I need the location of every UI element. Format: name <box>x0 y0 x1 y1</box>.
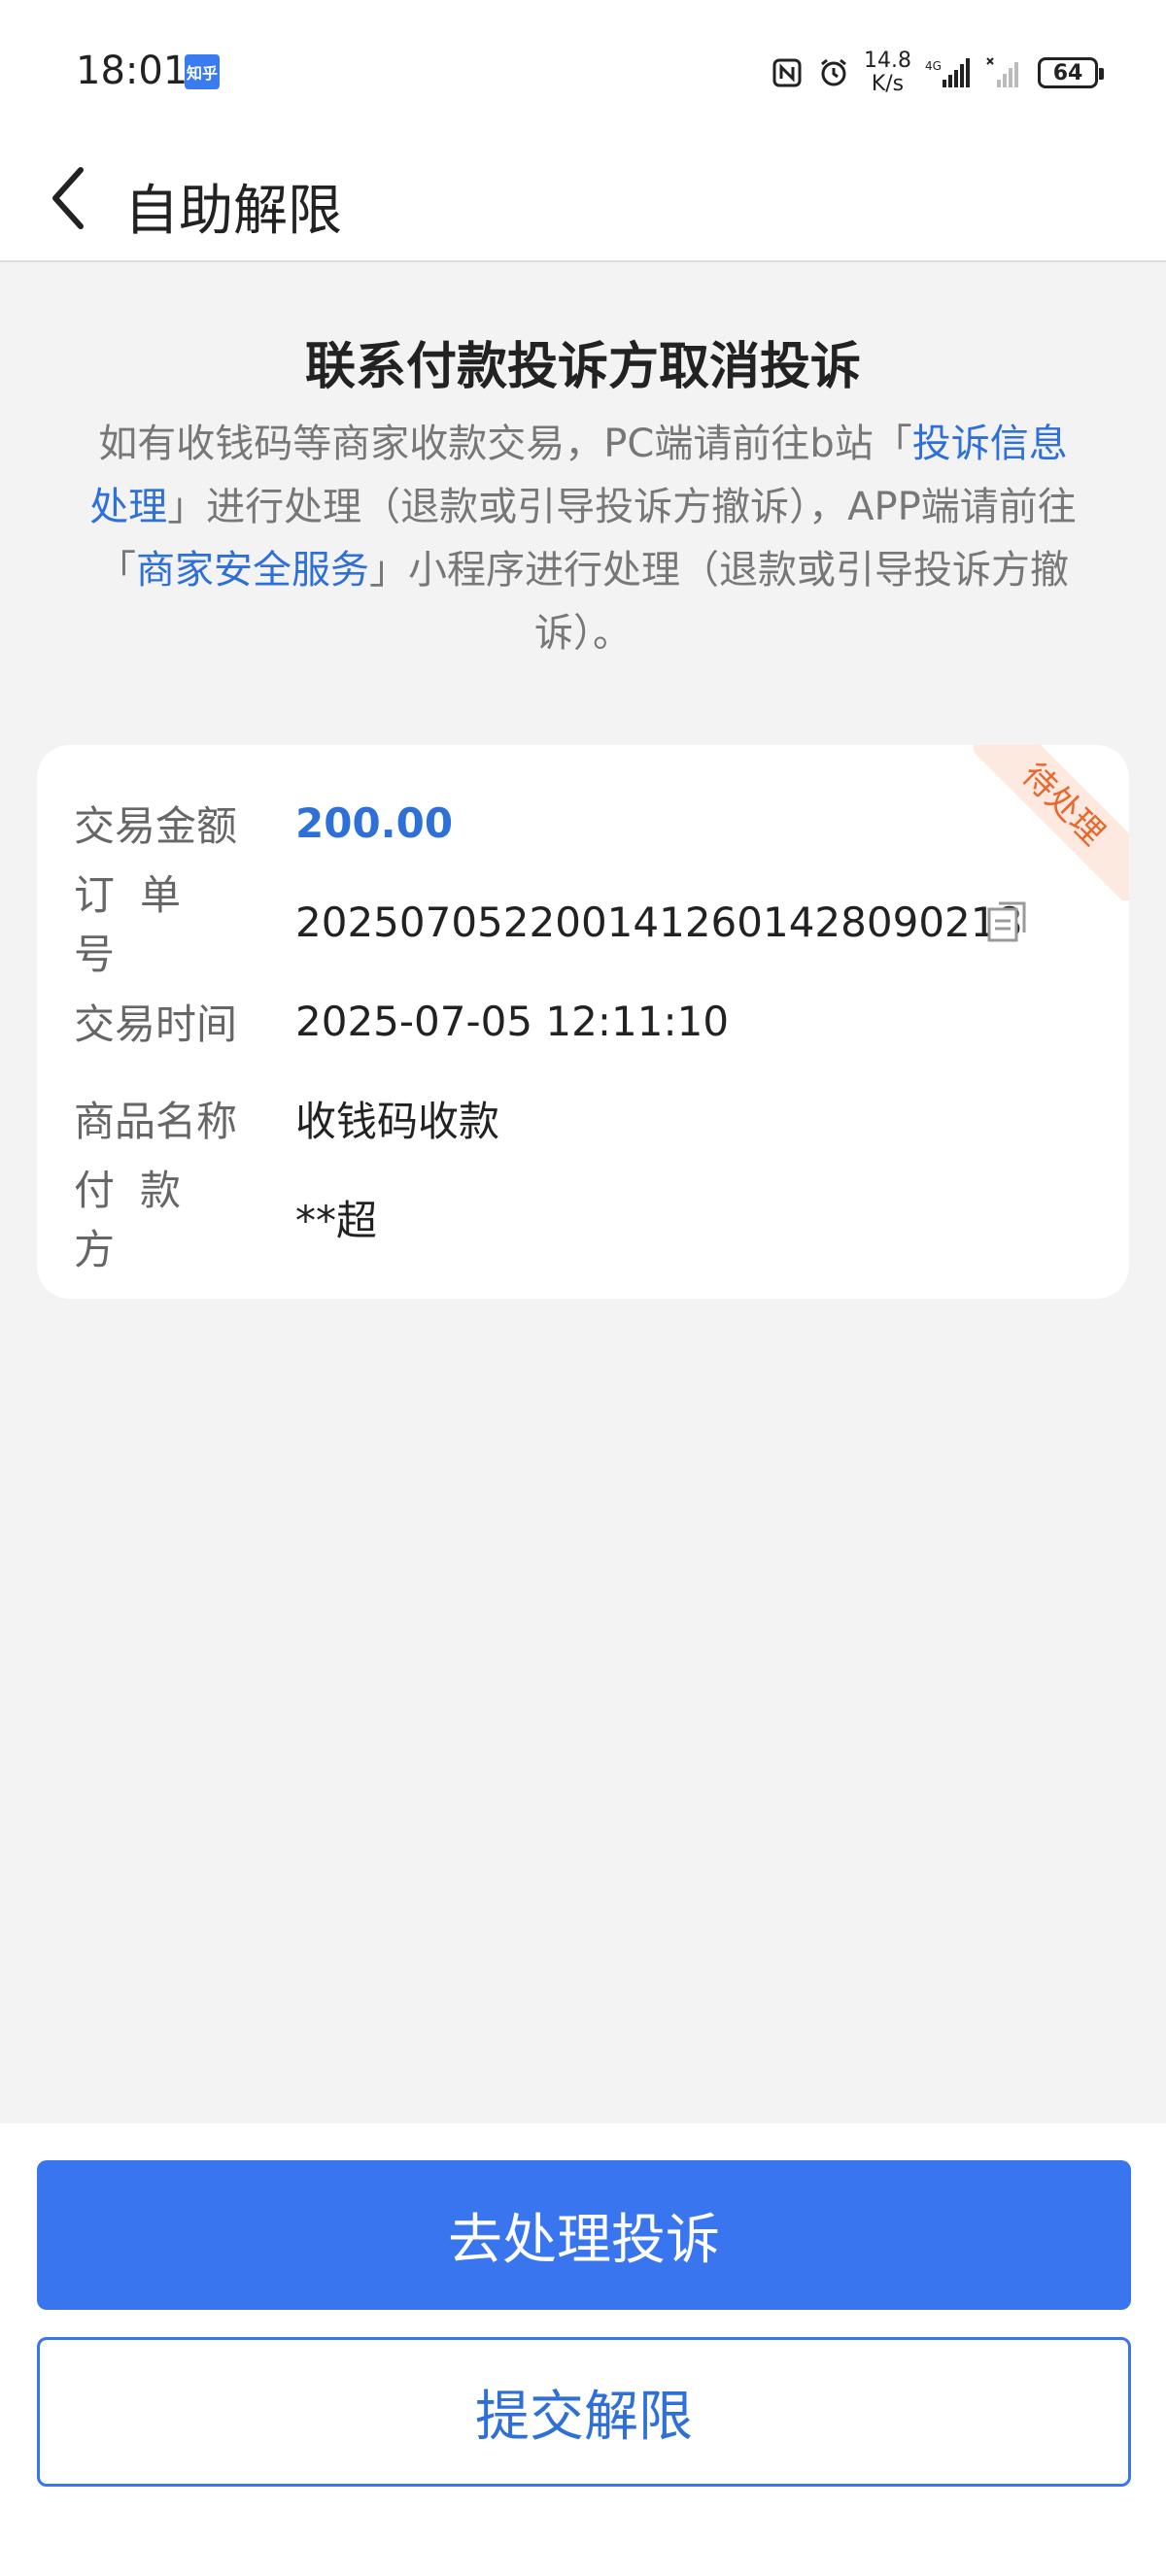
payer-label: 付款方 <box>74 1167 207 1273</box>
handle-complaint-button[interactable]: 去处理投诉 <box>37 2160 1131 2310</box>
signal-4g-icon: 4G <box>925 56 972 89</box>
product-label: 商品名称 <box>74 1097 238 1145</box>
network-speed-value: 14.8 <box>864 49 911 73</box>
amount-label: 交易金额 <box>74 801 238 850</box>
time-value: 2025-07-05 12:11:10 <box>295 997 730 1045</box>
chevron-left-icon <box>52 167 84 229</box>
intro-description: 如有收钱码等商家收款交易，PC端请前往b站「投诉信息处理」进行处理（退款或引导投… <box>87 413 1079 665</box>
time-label: 交易时间 <box>74 1000 238 1048</box>
payer-value: **超 <box>295 1196 378 1244</box>
submit-unlock-button[interactable]: 提交解限 <box>37 2337 1131 2487</box>
merchant-security-link[interactable]: 商家安全服务 <box>136 548 369 593</box>
status-bar: 18:01 知乎 14.8 K/s 4G 64 <box>0 0 1166 136</box>
network-speed: 14.8 K/s <box>864 50 911 96</box>
time-row: 交易时间 2025-07-05 12:11:10 <box>37 992 1129 1050</box>
app-header: 自助解限 <box>0 136 1166 262</box>
status-time: 18:01 <box>76 49 189 93</box>
alarm-icon <box>817 56 850 89</box>
product-row: 商品名称 收钱码收款 <box>37 1089 1129 1147</box>
order-row: 订单号 2025070522001412601428090218 <box>37 871 1129 978</box>
amount-row: 交易金额 200.00 <box>37 794 1129 852</box>
payer-row: 付款方 **超 <box>37 1167 1129 1273</box>
page-title: 自助解限 <box>124 180 342 243</box>
intro-text-1: 如有收钱码等商家收款交易，PC端请前往b站「 <box>98 422 912 466</box>
order-label: 订单号 <box>74 871 207 978</box>
network-speed-unit: K/s <box>871 72 905 96</box>
amount-value: 200.00 <box>295 798 454 847</box>
page: 18:01 知乎 14.8 K/s 4G 64 自助解限 联系付款投诉方取消投诉… <box>0 0 1166 2576</box>
back-button[interactable] <box>29 159 107 237</box>
battery-icon: 64 <box>1038 57 1104 88</box>
transaction-card: 待处理 交易金额 200.00 订单号 20250705220014126014… <box>37 745 1129 1299</box>
order-value: 2025070522001412601428090218 <box>295 898 1023 946</box>
copy-icon[interactable] <box>985 899 1030 944</box>
product-value: 收钱码收款 <box>295 1097 500 1145</box>
intro-text-3: 」小程序进行处理（退款或引导投诉方撤诉）。 <box>369 548 1069 656</box>
intro-title: 联系付款投诉方取消投诉 <box>304 338 861 396</box>
zhihu-app-icon: 知乎 <box>185 54 220 89</box>
svg-text:4G: 4G <box>925 59 942 73</box>
battery-level: 64 <box>1052 60 1083 85</box>
signal-empty-icon <box>985 56 1024 89</box>
nfc-icon <box>771 56 804 89</box>
bottom-action-bar: 去处理投诉 提交解限 <box>0 2123 1166 2576</box>
status-icons: 14.8 K/s 4G 64 <box>771 49 1104 97</box>
